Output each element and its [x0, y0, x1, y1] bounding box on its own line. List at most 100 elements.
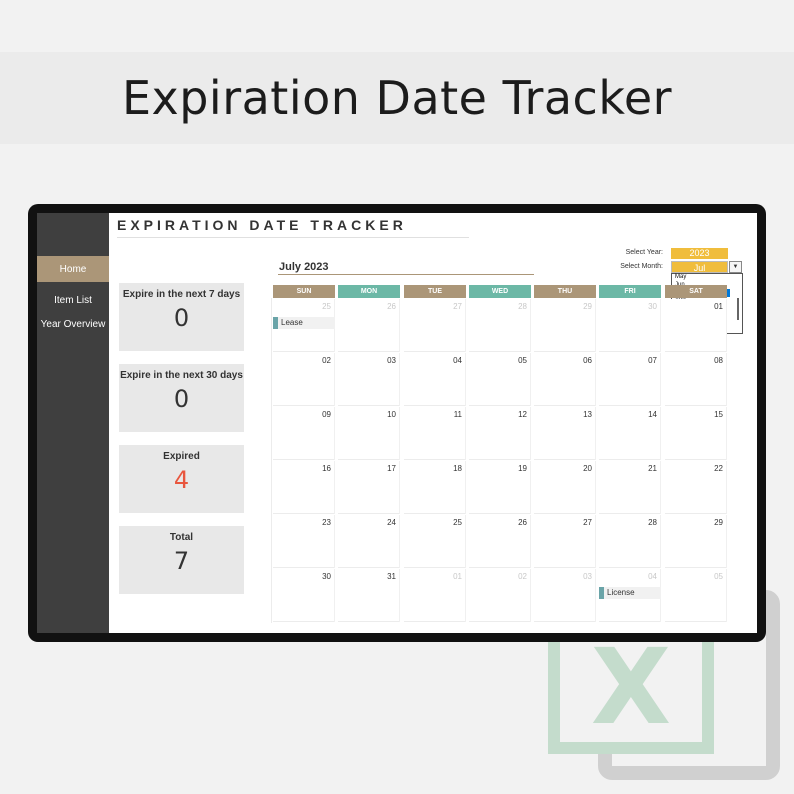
day-number: 08 [714, 356, 723, 365]
stat-label: Expire in the next 30 days [120, 370, 243, 381]
calendar-day-cell[interactable]: 13 [534, 407, 596, 460]
event-label: Lease [281, 318, 303, 327]
day-number: 10 [387, 410, 396, 419]
calendar-day-cell[interactable]: 06 [534, 353, 596, 406]
cell-border [399, 569, 400, 622]
stat-expired: Expired 4 [119, 445, 244, 513]
calendar-day-cell[interactable]: 19 [469, 461, 531, 514]
day-number: 29 [714, 518, 723, 527]
day-number: 02 [322, 356, 331, 365]
calendar-day-cell[interactable]: 01 [404, 569, 466, 622]
calendar-day-cell[interactable]: 12 [469, 407, 531, 460]
cell-border [469, 405, 531, 406]
cell-border [465, 299, 466, 352]
cell-border [404, 459, 466, 460]
sidebar: Home Item List Year Overview [37, 213, 109, 633]
sidebar-item-home[interactable]: Home [37, 256, 109, 282]
calendar-day-cell[interactable]: 25 [404, 515, 466, 568]
cell-border [399, 353, 400, 406]
sidebar-item-label: Home [59, 263, 87, 275]
day-number: 25 [322, 302, 331, 311]
cell-border [599, 621, 661, 622]
cell-border [399, 407, 400, 460]
month-select[interactable]: Jul [671, 261, 728, 273]
calendar-day-cell[interactable]: 30 [273, 569, 335, 622]
cell-border [404, 621, 466, 622]
calendar-day-cell[interactable]: 25 Lease [273, 299, 335, 352]
calendar-day-cell[interactable]: 10 [338, 407, 400, 460]
calendar-day-cell[interactable]: 16 [273, 461, 335, 514]
cell-border [465, 407, 466, 460]
calendar-day-cell[interactable]: 31 [338, 569, 400, 622]
day-number: 21 [648, 464, 657, 473]
calendar-day-cell[interactable]: 02 [469, 569, 531, 622]
cell-border [534, 459, 596, 460]
calendar-day-cell[interactable]: 28 [599, 515, 661, 568]
cell-border [465, 569, 466, 622]
cell-border [665, 567, 727, 568]
cell-border [534, 621, 596, 622]
cell-border [599, 459, 661, 460]
dropdown-arrow-icon[interactable]: ▼ [729, 261, 742, 273]
day-number: 30 [322, 572, 331, 581]
cell-border [338, 351, 400, 352]
calendar-event[interactable]: License [599, 587, 661, 599]
cell-border [530, 569, 531, 622]
calendar-day-cell[interactable]: 28 [469, 299, 531, 352]
calendar-day-cell[interactable]: 27 [404, 299, 466, 352]
calendar-day-cell[interactable]: 03 [534, 569, 596, 622]
event-marker [273, 317, 278, 329]
calendar-day-cell[interactable]: 26 [469, 515, 531, 568]
cell-border [469, 351, 531, 352]
calendar-day-cell[interactable]: 21 [599, 461, 661, 514]
calendar-day-cell[interactable]: 08 [665, 353, 727, 406]
sidebar-item-year-overview[interactable]: Year Overview [37, 311, 109, 337]
calendar-day-cell[interactable]: 14 [599, 407, 661, 460]
day-number: 04 [648, 572, 657, 581]
calendar-day-cell[interactable]: 22 [665, 461, 727, 514]
cell-border [660, 461, 661, 514]
calendar-day-cell[interactable]: 23 [273, 515, 335, 568]
calendar-event[interactable]: Lease [273, 317, 335, 329]
calendar-day-cell[interactable]: 09 [273, 407, 335, 460]
stat-label: Expire in the next 7 days [122, 289, 241, 300]
calendar-day-cell[interactable]: 17 [338, 461, 400, 514]
calendar-day-cell[interactable]: 01 [665, 299, 727, 352]
cell-border [469, 567, 531, 568]
calendar-day-cell[interactable]: 02 [273, 353, 335, 406]
year-select[interactable]: 2023 [671, 248, 728, 259]
cell-border [338, 513, 400, 514]
calendar-day-cell[interactable]: 30 [599, 299, 661, 352]
cell-border [404, 351, 466, 352]
calendar-day-cell[interactable]: 29 [534, 299, 596, 352]
calendar-day-cell[interactable]: 03 [338, 353, 400, 406]
calendar-day-cell[interactable]: 24 [338, 515, 400, 568]
cell-border [273, 459, 335, 460]
calendar-day-cell[interactable]: 15 [665, 407, 727, 460]
calendar-day-cell[interactable]: 07 [599, 353, 661, 406]
calendar-day-cell[interactable]: 20 [534, 461, 596, 514]
calendar-grid-border [271, 298, 272, 623]
calendar-day-cell[interactable]: 26 [338, 299, 400, 352]
select-month-label: Select Month: [620, 263, 663, 270]
cell-border [338, 405, 400, 406]
calendar-day-cell[interactable]: 05 [469, 353, 531, 406]
cell-border [273, 513, 335, 514]
cell-border [334, 515, 335, 568]
calendar-day-cell[interactable]: 04 [404, 353, 466, 406]
calendar-day-cell[interactable]: 29 [665, 515, 727, 568]
calendar-day-cell[interactable]: 27 [534, 515, 596, 568]
stat-next-7-days: Expire in the next 7 days 0 [119, 283, 244, 351]
dropdown-scrollbar[interactable] [737, 298, 739, 320]
day-header-thu: THU [534, 285, 596, 298]
cell-border [595, 407, 596, 460]
cell-border [334, 461, 335, 514]
cell-border [338, 621, 400, 622]
month-option[interactable]: May [672, 274, 730, 282]
calendar-day-cell[interactable]: 18 [404, 461, 466, 514]
sidebar-item-item-list[interactable]: Item List [37, 287, 109, 313]
day-number: 15 [714, 410, 723, 419]
calendar-day-cell[interactable]: 04 License [599, 569, 661, 622]
calendar-day-cell[interactable]: 11 [404, 407, 466, 460]
calendar-day-cell[interactable]: 05 [665, 569, 727, 622]
